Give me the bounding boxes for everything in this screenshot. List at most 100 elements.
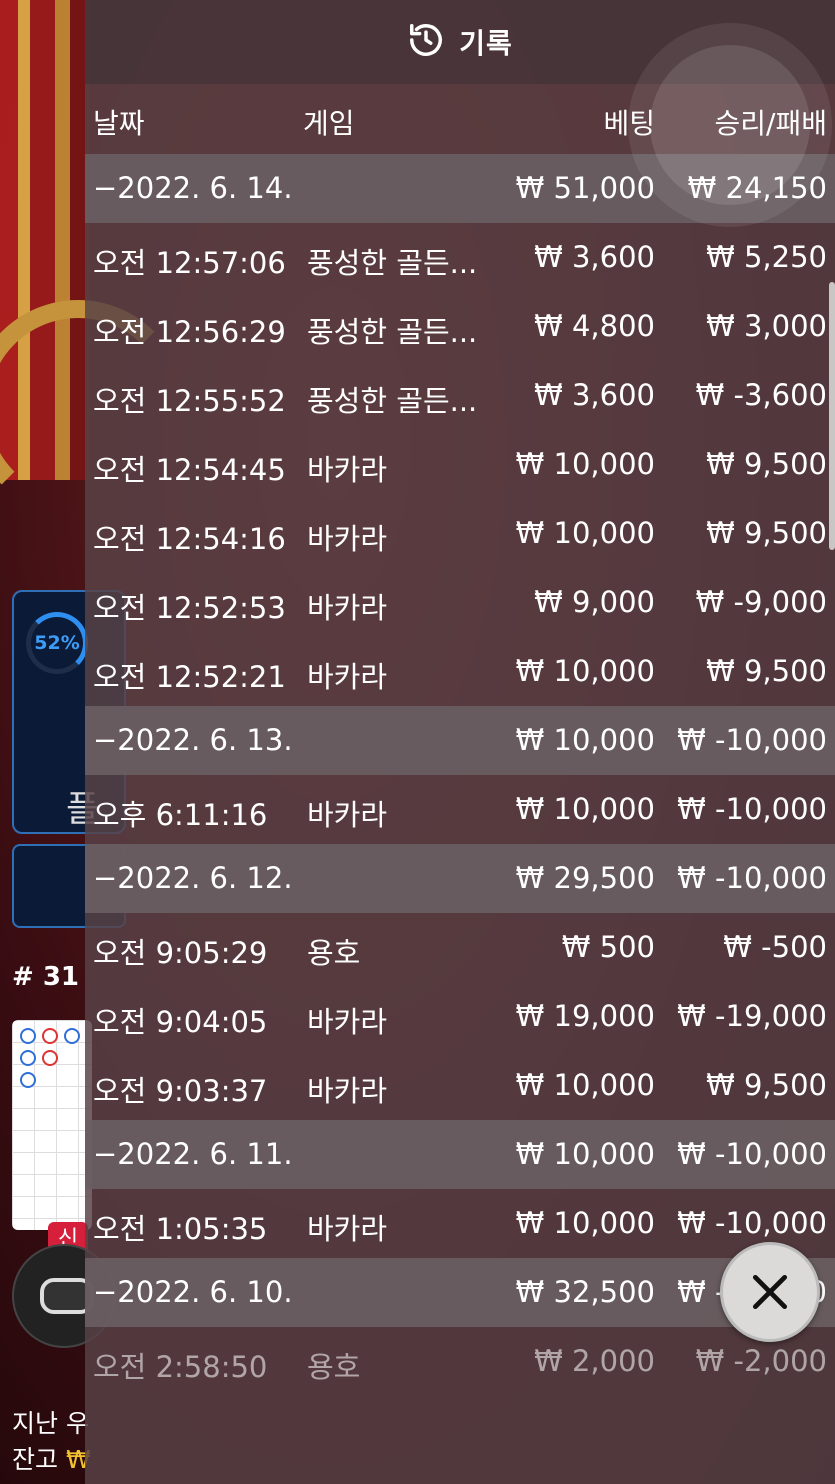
bet-amount: ₩ 51,000 (515, 171, 655, 205)
row-time: 오전 12:54:16 (93, 522, 286, 556)
row-game: 바카라 (307, 1212, 388, 1246)
history-row: 오전 12:52:21 바카라 ₩ 10,000 ₩ 9,500 (85, 637, 835, 706)
scrollbar[interactable] (829, 282, 835, 550)
column-header-game: 게임 (303, 107, 355, 140)
winloss-amount: ₩ -2,000 (695, 1344, 827, 1378)
bet-amount: ₩ 10,000 (515, 1206, 655, 1240)
footer-last-win: 지난 우 (12, 1409, 89, 1438)
history-row: 오전 12:57:06 풍성한 골든... ₩ 3,600 ₩ 5,250 (85, 223, 835, 292)
winloss-amount: ₩ 9,500 (706, 654, 827, 688)
column-header-row: 날짜 게임 베팅 승리/패배 (85, 84, 835, 154)
winloss-amount: ₩ -10,000 (677, 1206, 827, 1240)
winloss-amount: ₩ -9,000 (695, 585, 827, 619)
column-header-winloss[interactable]: 승리/패배 (715, 102, 827, 142)
row-game: 바카라 (307, 1005, 388, 1039)
roadmap-dot (42, 1028, 58, 1044)
roadmap-dot (64, 1028, 80, 1044)
history-row: 오전 1:05:35 바카라 ₩ 10,000 ₩ -10,000 (85, 1189, 835, 1258)
bet-amount: ₩ 3,600 (534, 240, 655, 274)
row-time: 오전 12:52:21 (93, 660, 286, 694)
bet-amount: ₩ 10,000 (515, 792, 655, 826)
history-header: 기록 (85, 0, 835, 84)
winloss-amount: ₩ 9,500 (706, 516, 827, 550)
date-label: −2022. 6. 11. (93, 1137, 293, 1171)
winloss-amount: ₩ -10,000 (677, 1137, 827, 1171)
history-row: 오후 6:11:16 바카라 ₩ 10,000 ₩ -10,000 (85, 775, 835, 844)
date-group-row[interactable]: −2022. 6. 14. ₩ 51,000 ₩ 24,150 (85, 154, 835, 223)
roadmap-dot (20, 1050, 36, 1066)
bet-amount: ₩ 10,000 (515, 516, 655, 550)
history-icon (407, 21, 445, 63)
row-time: 오전 12:52:53 (93, 591, 286, 625)
bet-amount: ₩ 2,000 (534, 1344, 655, 1378)
bet-amount: ₩ 32,500 (515, 1275, 655, 1309)
bet-amount: ₩ 10,000 (515, 1068, 655, 1102)
bet-amount: ₩ 10,000 (515, 654, 655, 688)
history-row: 오전 2:58:50 용호 ₩ 2,000 ₩ -2,000 (85, 1327, 835, 1396)
row-game: 용호 (307, 1350, 361, 1384)
row-game: 바카라 (307, 660, 388, 694)
history-title: 기록 (459, 27, 513, 60)
history-list[interactable]: −2022. 6. 14. ₩ 51,000 ₩ 24,150 오전 12:57:06… (85, 154, 835, 1396)
row-game: 바카라 (307, 591, 388, 625)
winloss-amount: ₩ -500 (723, 930, 827, 964)
row-game: 풍성한 골든... (307, 315, 478, 349)
row-time: 오전 1:05:35 (93, 1212, 268, 1246)
footer-balance: 잔고 ₩ (12, 1440, 91, 1476)
bet-amount: ₩ 3,600 (534, 378, 655, 412)
close-icon (752, 1274, 788, 1310)
row-time: 오전 12:56:29 (93, 315, 286, 349)
roadmap-dot (20, 1072, 36, 1088)
roadmap-dot (42, 1050, 58, 1066)
bet-amount: ₩ 500 (561, 930, 655, 964)
player-percent: 52% (34, 632, 80, 654)
player-percent-ring: 52% (26, 612, 88, 674)
history-panel: 기록 날짜 게임 베팅 승리/패배 −2022. 6. 14. ₩ 51,000 ₩… (85, 0, 835, 1484)
row-time: 오전 12:54:45 (93, 453, 286, 487)
row-game: 바카라 (307, 798, 388, 832)
bet-amount: ₩ 10,000 (515, 447, 655, 481)
row-time: 오후 6:11:16 (93, 798, 268, 832)
row-time: 오전 2:58:50 (93, 1350, 268, 1384)
date-label: −2022. 6. 13. (93, 723, 293, 757)
close-button[interactable] (720, 1242, 820, 1342)
history-row: 오전 9:04:05 바카라 ₩ 19,000 ₩ -19,000 (85, 982, 835, 1051)
winloss-amount: ₩ 5,250 (706, 240, 827, 274)
winloss-amount: ₩ 9,500 (706, 447, 827, 481)
winloss-amount: ₩ -10,000 (677, 723, 827, 757)
winloss-amount: ₩ 9,500 (706, 1068, 827, 1102)
row-game: 바카라 (307, 453, 388, 487)
date-group-row[interactable]: −2022. 6. 13. ₩ 10,000 ₩ -10,000 (85, 706, 835, 775)
row-game: 바카라 (307, 1074, 388, 1108)
bet-amount: ₩ 10,000 (515, 1137, 655, 1171)
row-time: 오전 9:05:29 (93, 936, 268, 970)
history-row: 오전 12:56:29 풍성한 골든... ₩ 4,800 ₩ 3,000 (85, 292, 835, 361)
date-label: −2022. 6. 10. (93, 1275, 293, 1309)
history-row: 오전 12:52:53 바카라 ₩ 9,000 ₩ -9,000 (85, 568, 835, 637)
winloss-amount: ₩ -10,000 (677, 792, 827, 826)
winloss-amount: ₩ -10,000 (677, 861, 827, 895)
round-number: # 31 (12, 962, 80, 992)
roadmap[interactable] (12, 1020, 92, 1230)
date-group-row[interactable]: −2022. 6. 12. ₩ 29,500 ₩ -10,000 (85, 844, 835, 913)
winloss-amount: ₩ -19,000 (677, 999, 827, 1033)
column-header-date: 날짜 (93, 107, 145, 140)
winloss-amount: ₩ 3,000 (706, 309, 827, 343)
row-time: 오전 12:55:52 (93, 384, 286, 418)
bet-amount: ₩ 4,800 (534, 309, 655, 343)
row-time: 오전 9:04:05 (93, 1005, 268, 1039)
bet-amount: ₩ 9,000 (534, 585, 655, 619)
column-header-bet: 베팅 (603, 107, 655, 140)
date-group-row[interactable]: −2022. 6. 11. ₩ 10,000 ₩ -10,000 (85, 1120, 835, 1189)
date-label: −2022. 6. 12. (93, 861, 293, 895)
row-time: 오전 12:57:06 (93, 246, 286, 280)
history-row: 오전 9:05:29 용호 ₩ 500 ₩ -500 (85, 913, 835, 982)
row-game: 풍성한 골든... (307, 384, 478, 418)
history-row: 오전 12:54:45 바카라 ₩ 10,000 ₩ 9,500 (85, 430, 835, 499)
bet-amount: ₩ 29,500 (515, 861, 655, 895)
roadmap-dot (20, 1028, 36, 1044)
winloss-amount: ₩ 24,150 (687, 171, 827, 205)
balance-label: 잔고 (12, 1445, 59, 1474)
history-row: 오전 12:55:52 풍성한 골든... ₩ 3,600 ₩ -3,600 (85, 361, 835, 430)
history-row: 오전 9:03:37 바카라 ₩ 10,000 ₩ 9,500 (85, 1051, 835, 1120)
